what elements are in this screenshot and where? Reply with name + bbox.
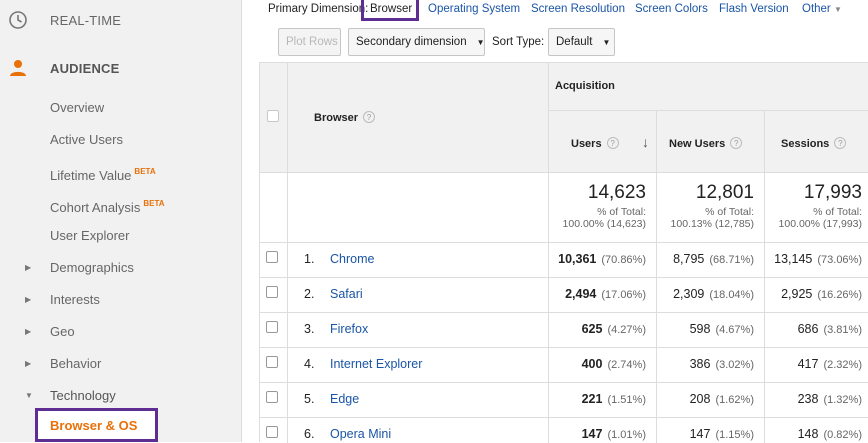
row-users: 400 (2.74%)	[581, 357, 646, 371]
row-checkbox[interactable]	[266, 286, 278, 298]
sidebar-item-lifetime-value[interactable]: Lifetime Value BETA	[50, 162, 156, 183]
row-checkbox[interactable]	[266, 391, 278, 403]
sort-type-label: Sort Type:	[492, 36, 545, 48]
row-users: 221 (1.51%)	[581, 392, 646, 406]
help-icon: ?	[730, 137, 743, 149]
total-sessions-pct: % of Total:	[813, 206, 862, 218]
sidebar-section-realtime[interactable]: REAL-TIME	[0, 0, 242, 40]
report-main: Primary Dimension: Browser Operating Sys…	[243, 0, 868, 443]
dimension-flash-version[interactable]: Flash Version	[719, 3, 789, 15]
dimension-browser-selected[interactable]: Browser	[361, 0, 419, 21]
row-browser-link[interactable]: Edge	[330, 392, 359, 406]
sidebar-item-behavior[interactable]: Behavior	[50, 354, 101, 374]
help-icon: ?	[834, 137, 847, 149]
total-new-users-of: 100.13% (12,785)	[670, 218, 754, 230]
row-checkbox[interactable]	[266, 251, 278, 263]
primary-dimension-label: Primary Dimension:	[268, 3, 369, 15]
secondary-dimension-select[interactable]: Secondary dimension ▼	[348, 28, 485, 56]
row-number: 5.	[304, 392, 315, 406]
help-icon: ?	[363, 111, 376, 123]
row-users: 625 (4.27%)	[581, 322, 646, 336]
row-number: 1.	[304, 252, 315, 266]
dimension-operating-system[interactable]: Operating System	[428, 3, 520, 15]
row-users: 10,361 (70.86%)	[558, 252, 646, 266]
row-sessions: 417 (2.32%)	[797, 357, 862, 371]
column-header-sessions[interactable]: Sessions?	[781, 137, 847, 150]
dimension-screen-colors[interactable]: Screen Colors	[635, 3, 708, 15]
sidebar-item-demographics[interactable]: Demographics	[50, 258, 134, 278]
sidebar-item-active-users[interactable]: Active Users	[50, 130, 123, 150]
row-sessions: 686 (3.81%)	[797, 322, 862, 336]
row-browser-link[interactable]: Firefox	[330, 322, 368, 336]
dimension-other[interactable]: Other ▼	[802, 3, 842, 15]
sidebar-section-label: AUDIENCE	[50, 60, 120, 76]
row-sessions: 13,145 (73.06%)	[774, 252, 862, 266]
caret-right-icon: ▶	[25, 295, 32, 304]
row-checkbox[interactable]	[266, 321, 278, 333]
chevron-down-icon: ▼	[476, 37, 485, 47]
sidebar-item-user-explorer[interactable]: User Explorer	[50, 226, 129, 246]
row-users: 2,494 (17.06%)	[565, 287, 646, 301]
sidebar-section-audience[interactable]: AUDIENCE	[0, 48, 242, 88]
row-sessions: 2,925 (16.26%)	[781, 287, 862, 301]
row-browser-link[interactable]: Internet Explorer	[330, 357, 422, 371]
sidebar-item-geo[interactable]: Geo	[50, 322, 75, 342]
select-all-checkbox[interactable]	[267, 110, 279, 122]
beta-badge: BETA	[143, 199, 165, 208]
total-sessions: 17,993	[803, 182, 862, 203]
sidebar-item-technology[interactable]: Technology	[50, 386, 116, 406]
row-sessions: 238 (1.32%)	[797, 392, 862, 406]
sidebar-section-label: REAL-TIME	[50, 12, 122, 28]
total-new-users: 12,801	[695, 182, 754, 203]
column-header-new-users[interactable]: New Users?	[669, 137, 743, 150]
total-sessions-of: 100.00% (17,993)	[778, 218, 862, 230]
row-new-users: 208 (1.62%)	[689, 392, 754, 406]
row-number: 2.	[304, 287, 315, 301]
sort-type-select[interactable]: Default ▼	[548, 28, 615, 56]
clock-icon	[9, 11, 27, 29]
total-users-pct: % of Total:	[597, 206, 646, 218]
total-users-of: 100.00% (14,623)	[562, 218, 646, 230]
chevron-down-icon: ▼	[602, 37, 611, 47]
row-browser-link[interactable]: Safari	[330, 287, 363, 301]
row-new-users: 147 (1.15%)	[689, 427, 754, 441]
row-number: 3.	[304, 322, 315, 336]
sidebar-item-browser-os[interactable]: Browser & OS	[35, 408, 158, 442]
row-new-users: 598 (4.67%)	[689, 322, 754, 336]
column-header-browser[interactable]: Browser?	[314, 111, 376, 124]
sidebar: REAL-TIME AUDIENCE Overview Active Users…	[0, 0, 242, 442]
row-new-users: 8,795 (68.71%)	[673, 252, 754, 266]
chevron-down-icon: ▼	[833, 5, 842, 14]
group-header-acquisition: Acquisition	[555, 80, 615, 92]
primary-dimension-bar: Primary Dimension: Browser Operating Sys…	[243, 0, 868, 22]
sort-descending-icon[interactable]: ↓	[642, 134, 649, 150]
total-new-users-pct: % of Total:	[705, 206, 754, 218]
column-header-users[interactable]: Users?	[571, 137, 619, 150]
row-browser-link[interactable]: Opera Mini	[330, 427, 391, 441]
row-number: 4.	[304, 357, 315, 371]
sidebar-item-overview[interactable]: Overview	[50, 98, 104, 118]
row-sessions: 148 (0.82%)	[797, 427, 862, 441]
caret-right-icon: ▶	[25, 263, 32, 272]
row-checkbox[interactable]	[266, 356, 278, 368]
caret-down-icon: ▼	[25, 391, 33, 400]
plot-rows-button[interactable]: Plot Rows	[278, 28, 341, 56]
caret-right-icon: ▶	[25, 359, 32, 368]
person-icon	[10, 60, 26, 76]
row-users: 147 (1.01%)	[581, 427, 646, 441]
row-browser-link[interactable]: Chrome	[330, 252, 374, 266]
help-icon: ?	[606, 137, 619, 149]
data-table: Browser? Acquisition Users? ↓ New Users?…	[259, 62, 868, 443]
beta-badge: BETA	[134, 167, 156, 176]
row-number: 6.	[304, 427, 315, 441]
total-users: 14,623	[587, 182, 646, 203]
caret-right-icon: ▶	[25, 327, 32, 336]
sidebar-item-cohort-analysis[interactable]: Cohort Analysis BETA	[50, 194, 165, 215]
row-new-users: 2,309 (18.04%)	[673, 287, 754, 301]
row-new-users: 386 (3.02%)	[689, 357, 754, 371]
table-controls: Plot Rows Secondary dimension ▼ Sort Type…	[243, 28, 868, 58]
row-checkbox[interactable]	[266, 426, 278, 438]
dimension-screen-resolution[interactable]: Screen Resolution	[531, 3, 625, 15]
sidebar-item-interests[interactable]: Interests	[50, 290, 100, 310]
